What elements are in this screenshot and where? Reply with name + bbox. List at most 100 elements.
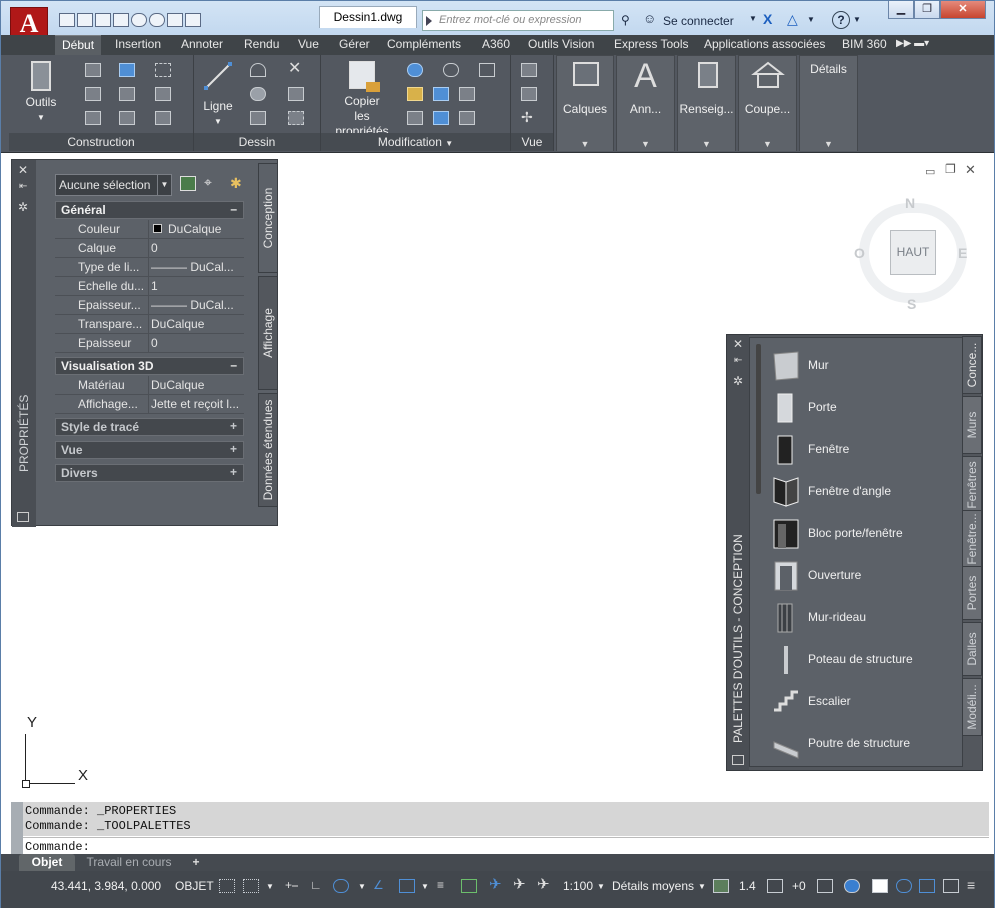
help-icon[interactable]: ?	[832, 11, 850, 29]
elevation-icon[interactable]	[767, 879, 783, 893]
construction-label[interactable]: Construction	[9, 133, 193, 151]
cut-plane-value[interactable]: 1.4	[739, 871, 756, 908]
general-row-value[interactable]: 0	[151, 241, 243, 255]
redo-icon[interactable]	[149, 13, 165, 27]
expand-icon[interactable]	[426, 16, 432, 26]
stair-icon[interactable]	[119, 87, 135, 101]
viewcube[interactable]: N E S O HAUT	[853, 193, 973, 313]
door-icon[interactable]	[85, 87, 101, 101]
tab-murs[interactable]: Murs	[962, 396, 982, 454]
toggle-pickadd-icon[interactable]: ✱	[230, 175, 242, 192]
general-row-value[interactable]: 1	[151, 279, 243, 293]
properties-titlebar[interactable]: ✕ ⇤ ✲ PROPRIÉTÉS	[12, 160, 36, 527]
section-vue[interactable]: Vue +	[55, 441, 244, 459]
copy-icon[interactable]	[433, 87, 449, 101]
stretch-icon[interactable]	[459, 87, 475, 101]
general-row[interactable]: Type de li... ——— DuCal...	[55, 258, 244, 277]
circle-icon[interactable]	[250, 87, 266, 101]
tab-express-tools[interactable]: Express Tools	[614, 35, 688, 55]
tool-palette-autohide-icon[interactable]: ⇤	[734, 355, 742, 366]
scale-dropdown-icon[interactable]: ▼	[597, 871, 605, 908]
maximize-button[interactable]: ❐	[914, 1, 940, 19]
visual-style-icon[interactable]	[521, 87, 537, 101]
save-icon[interactable]	[95, 13, 111, 27]
sign-in-link[interactable]: Se connecter	[663, 14, 734, 28]
compass-south[interactable]: S	[907, 296, 916, 312]
tool-item-label[interactable]: Poteau de structure	[808, 652, 913, 666]
dynamic-input-icon[interactable]: +⎯	[285, 879, 301, 893]
isolate-icon[interactable]	[844, 879, 860, 893]
grid-display-icon[interactable]	[219, 879, 235, 893]
isodraft-icon[interactable]: ∠	[373, 879, 389, 893]
corner-window-icon[interactable]	[772, 476, 800, 508]
fillet-icon[interactable]	[479, 63, 495, 77]
properties-settings-icon[interactable]: ✲	[18, 200, 28, 214]
offset-icon[interactable]	[433, 111, 449, 125]
tool-item-label[interactable]: Ouverture	[808, 568, 861, 582]
curtain-wall-icon[interactable]	[85, 111, 101, 125]
modification-label[interactable]: Modification ▼	[321, 133, 510, 151]
outils-button[interactable]: Outils ▼	[17, 61, 65, 125]
hardware-acceleration-icon[interactable]	[872, 879, 888, 893]
close-button[interactable]: ✕	[940, 1, 986, 19]
vis3d-row-value[interactable]: DuCalque	[151, 378, 243, 392]
tab-conception-tools[interactable]: Conce...	[962, 336, 982, 394]
vis3d-row[interactable]: Matériau DuCalque	[55, 376, 244, 395]
model-space-button[interactable]: OBJET	[175, 871, 214, 908]
annotation-visibility-icon[interactable]: ✈	[513, 877, 529, 893]
more-tabs-icon[interactable]: ▶▶ ▬▾	[896, 35, 929, 55]
minimize-button[interactable]: ▁	[888, 1, 914, 19]
door-window-assembly-icon[interactable]	[772, 518, 800, 550]
binoculars-icon[interactable]: ⚲	[621, 13, 630, 27]
tool-palette-close-icon[interactable]: ✕	[733, 337, 743, 351]
osnap-dropdown-icon[interactable]: ▼	[421, 871, 429, 908]
rotate-icon[interactable]	[443, 63, 459, 77]
tab-a360[interactable]: A360	[482, 35, 510, 55]
curtain-wall-icon[interactable]	[772, 602, 800, 634]
fullscreen-icon[interactable]	[943, 879, 959, 893]
compass-west[interactable]: O	[854, 245, 865, 261]
tool-item-label[interactable]: Bloc porte/fenêtre	[808, 526, 903, 540]
view-icon[interactable]	[521, 63, 537, 77]
tab-dalles[interactable]: Dalles	[962, 622, 982, 676]
general-row[interactable]: Echelle du... 1	[55, 277, 244, 296]
clean-screen-off-icon[interactable]	[919, 879, 935, 893]
help-dropdown-icon[interactable]: ▼	[853, 15, 861, 24]
general-row[interactable]: Epaisseur... ——— DuCal...	[55, 296, 244, 315]
dessin-label[interactable]: Dessin	[194, 133, 320, 151]
panel-details[interactable]: Détails ▼	[799, 55, 858, 151]
panel-renseignements[interactable]: Renseig... ▼	[677, 55, 736, 151]
quick-select-icon[interactable]	[180, 176, 196, 191]
command-line-handle[interactable]	[11, 802, 23, 854]
properties-close-icon[interactable]: ✕	[18, 163, 28, 177]
open-icon[interactable]	[77, 13, 93, 27]
wall-icon[interactable]	[772, 350, 800, 382]
tool-item-label[interactable]: Porte	[808, 400, 837, 414]
tab-modelisation[interactable]: Modéli...	[962, 678, 982, 736]
drawing-restore-icon[interactable]: ❐	[945, 162, 956, 176]
tool-item-label[interactable]: Escalier	[808, 694, 851, 708]
tab-debut[interactable]: Début	[55, 35, 102, 55]
tool-item-label[interactable]: Poutre de structure	[808, 736, 910, 750]
tab-rendu[interactable]: Rendu	[244, 35, 279, 55]
general-row-value[interactable]: 0	[151, 336, 243, 350]
selection-cycling-icon[interactable]: ✈	[489, 877, 505, 893]
section-icon[interactable]: ✢	[521, 110, 537, 125]
a360-icon[interactable]: △	[787, 11, 798, 28]
tab-affichage[interactable]: Affichage	[258, 276, 278, 390]
panel-coupe[interactable]: Coupe... ▼	[738, 55, 797, 151]
structural-beam-icon[interactable]	[772, 728, 800, 760]
drawing-close-icon[interactable]: ✕	[965, 162, 976, 178]
section-divers[interactable]: Divers +	[55, 464, 244, 482]
scale-selector[interactable]: 1:100	[563, 871, 593, 908]
tool-item-label[interactable]: Fenêtre d'angle	[808, 484, 891, 498]
command-input[interactable]: Commande:	[23, 837, 989, 854]
tab-annoter[interactable]: Annoter	[181, 35, 223, 55]
tab-portes[interactable]: Portes	[962, 566, 982, 620]
graphics-icon[interactable]	[896, 879, 912, 893]
tool-palette-menu-icon[interactable]	[732, 755, 744, 765]
compass-north[interactable]: N	[905, 195, 915, 211]
new-icon[interactable]	[59, 13, 75, 27]
mirror-icon[interactable]	[459, 111, 475, 125]
exchange-icon[interactable]: X	[763, 11, 772, 27]
